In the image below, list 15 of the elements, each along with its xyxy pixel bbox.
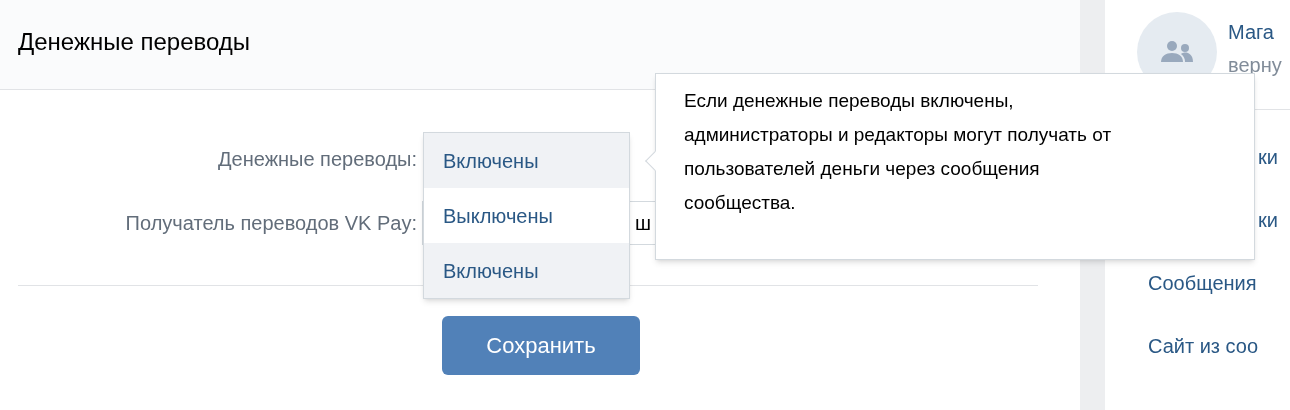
sidebar-item[interactable]: Сообщения xyxy=(1148,269,1257,297)
dropdown-option[interactable]: Включены xyxy=(424,133,629,188)
tooltip-text: Если денежные переводы включены, администраторы и редакторы могут получать от пользователей деньги через сообщения сообщества. xyxy=(684,89,1113,215)
save-button[interactable]: Сохранить xyxy=(442,316,640,375)
page-title: Денежные переводы xyxy=(18,26,251,57)
field-label: Денежные переводы: xyxy=(217,147,417,172)
group-name[interactable]: Мага xyxy=(1228,18,1282,46)
sidebar-item[interactable]: ки xyxy=(1258,143,1278,171)
group-icon xyxy=(1161,41,1193,63)
field-label: Получатель переводов VK Pay: xyxy=(124,211,417,236)
dropdown-option[interactable]: Выключены xyxy=(424,188,629,243)
sidebar-item[interactable]: Сайт из соо xyxy=(1148,332,1259,360)
dropdown-option[interactable]: Включены xyxy=(424,243,629,298)
sidebar-item[interactable]: ки xyxy=(1258,206,1278,234)
group-status: верну xyxy=(1228,53,1282,78)
